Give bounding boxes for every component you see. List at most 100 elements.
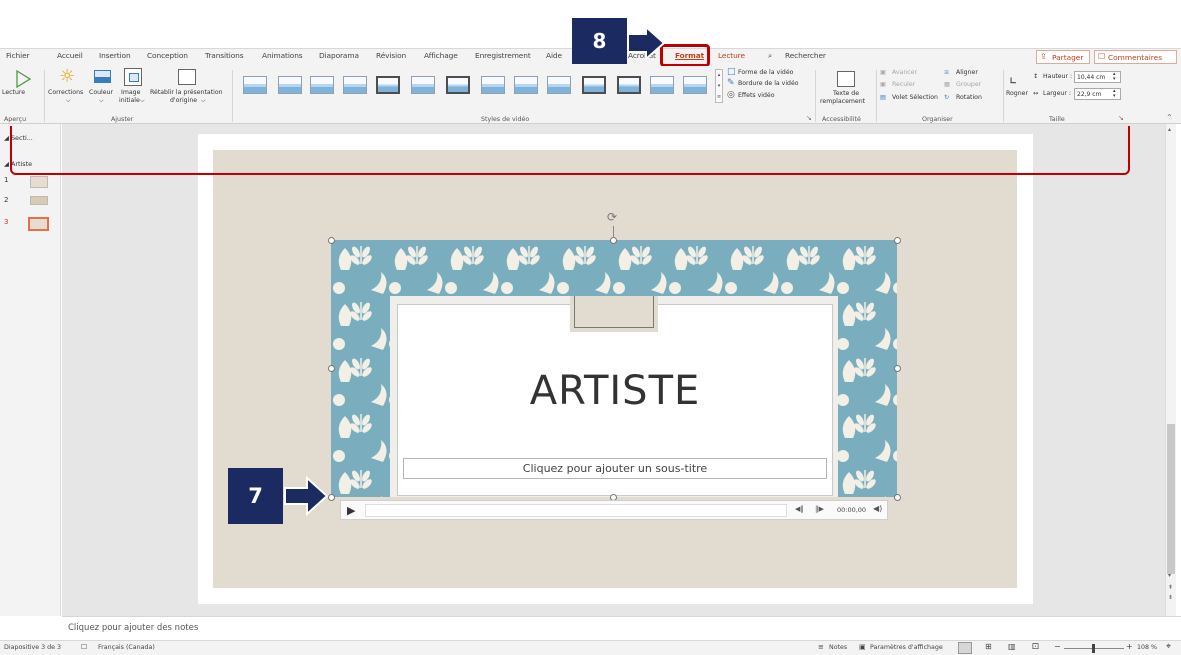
rotation-button[interactable]: Rotation	[956, 94, 982, 102]
reading-view-icon[interactable]: ▥	[1008, 642, 1016, 651]
vertical-scrollbar[interactable]: ▴ ▾ ⇞ ⇟	[1165, 124, 1176, 616]
language-indicator[interactable]: Français (Canada)	[98, 644, 155, 651]
slide-thumbnail-1[interactable]	[30, 176, 48, 188]
tab-enregistrement[interactable]: Enregistrement	[475, 51, 531, 60]
video-style-3[interactable]	[310, 76, 334, 94]
prev-slide-icon[interactable]: ⇞	[1168, 584, 1173, 591]
group-accessibilite-label: Accessibilité	[822, 116, 861, 123]
resize-handle-l[interactable]	[328, 365, 335, 372]
section-secti[interactable]: ◢ Secti...	[4, 134, 33, 142]
video-style-11[interactable]	[582, 76, 606, 94]
tab-fichier[interactable]: Fichier	[6, 51, 30, 60]
video-style-13[interactable]	[650, 76, 674, 94]
resize-handle-tl[interactable]	[328, 237, 335, 244]
video-style-8[interactable]	[481, 76, 505, 94]
separator	[1003, 70, 1004, 122]
spinner-icon[interactable]: ▴ ▾	[1113, 89, 1116, 99]
tab-insertion[interactable]: Insertion	[99, 51, 131, 60]
tab-conception[interactable]: Conception	[147, 51, 188, 60]
tab-animations[interactable]: Animations	[262, 51, 303, 60]
slide-title[interactable]: ARTISTE	[397, 368, 833, 414]
lecture-button[interactable]: Lecture	[2, 89, 25, 97]
slide-thumbnail-2[interactable]	[30, 196, 48, 205]
scroll-down-icon[interactable]: ▾	[1168, 572, 1171, 579]
height-input[interactable]: 10,44 cm ▴ ▾	[1074, 71, 1121, 83]
retablir-label-2[interactable]: d'origine	[170, 97, 197, 105]
forme-video-button[interactable]: Forme de la vidéo	[738, 69, 793, 77]
video-style-10[interactable]	[547, 76, 571, 94]
search-icon[interactable]: ⌕	[768, 51, 772, 61]
resize-handle-t[interactable]	[610, 237, 617, 244]
tab-lecture[interactable]: Lecture	[718, 51, 745, 60]
notes-pane[interactable]: Cliquez pour ajouter des notes	[62, 616, 1181, 640]
tab-revision[interactable]: Révision	[376, 51, 406, 60]
scrollbar-thumb[interactable]	[1167, 424, 1175, 574]
remplacement-label[interactable]: remplacement	[820, 98, 865, 106]
video-style-1[interactable]	[243, 76, 267, 94]
zoom-out-icon[interactable]: −	[1054, 642, 1061, 651]
fit-slide-icon[interactable]: ⌖	[1166, 642, 1171, 652]
image-initiale-label[interactable]: Image	[121, 89, 140, 97]
zoom-in-icon[interactable]: +	[1126, 642, 1133, 651]
subtitle-placeholder[interactable]: Cliquez pour ajouter un sous-titre	[403, 458, 827, 479]
video-object[interactable]: ARTISTE Cliquez pour ajouter un sous-tit…	[331, 240, 897, 497]
play-icon[interactable]: ▶	[347, 504, 355, 517]
video-style-2[interactable]	[278, 76, 302, 94]
aligner-button[interactable]: Aligner	[956, 69, 978, 77]
resize-handle-br[interactable]	[894, 494, 901, 501]
avancer-button[interactable]: Avancer	[892, 69, 917, 77]
width-input[interactable]: 22,9 cm ▴ ▾	[1074, 88, 1121, 100]
video-style-14[interactable]	[683, 76, 707, 94]
scroll-up-icon[interactable]: ▴	[1168, 126, 1171, 133]
share-button[interactable]: ⇪ Partager	[1036, 50, 1090, 64]
volet-selection-button[interactable]: Volet Sélection	[892, 94, 938, 102]
notes-button[interactable]: Notes	[829, 644, 847, 651]
dialog-launcher-icon[interactable]: ↘	[806, 114, 812, 122]
spellcheck-icon[interactable]: ☐	[81, 643, 87, 651]
progress-track[interactable]	[365, 504, 787, 517]
resize-handle-r[interactable]	[894, 365, 901, 372]
video-style-4[interactable]	[343, 76, 367, 94]
tab-affichage[interactable]: Affichage	[424, 51, 458, 60]
gallery-scroll[interactable]: ▴ ▾ ≡	[715, 69, 723, 103]
volume-icon[interactable]: ◀)	[873, 504, 882, 513]
forward-icon[interactable]: ‖▶	[815, 505, 824, 513]
tab-transitions[interactable]: Transitions	[205, 51, 244, 60]
notes-placeholder[interactable]: Cliquez pour ajouter des notes	[68, 623, 198, 633]
resize-handle-bl[interactable]	[328, 494, 335, 501]
slide-sorter-icon[interactable]: ⊞	[985, 642, 992, 651]
zoom-level[interactable]: 108 %	[1137, 644, 1157, 651]
video-style-5[interactable]	[376, 76, 400, 94]
video-style-12[interactable]	[617, 76, 641, 94]
tab-aide[interactable]: Aide	[546, 51, 562, 60]
corrections-button[interactable]: Corrections	[48, 89, 83, 97]
zoom-slider-thumb[interactable]	[1092, 644, 1095, 653]
rotate-handle-icon[interactable]: ⟳	[607, 210, 617, 224]
video-style-6[interactable]	[411, 76, 435, 94]
video-style-7[interactable]	[446, 76, 470, 94]
tab-diaporama[interactable]: Diaporama	[319, 51, 359, 60]
normal-view-icon[interactable]	[958, 642, 972, 654]
dialog-launcher-icon[interactable]: ↘	[1118, 114, 1124, 122]
image-initiale-label-2[interactable]: initiale	[119, 97, 140, 105]
bordure-video-button[interactable]: Bordure de la vidéo	[738, 80, 799, 88]
rewind-icon[interactable]: ◀‖	[795, 505, 804, 513]
grouper-button[interactable]: Grouper	[956, 81, 981, 89]
spinner-icon[interactable]: ▴ ▾	[1113, 72, 1116, 82]
couleur-button[interactable]: Couleur	[89, 89, 113, 97]
tab-accueil[interactable]: Accueil	[57, 51, 83, 60]
next-slide-icon[interactable]: ⇟	[1168, 594, 1173, 601]
effets-video-button[interactable]: Effets vidéo	[738, 92, 775, 100]
slide-thumbnail-3[interactable]	[28, 217, 49, 231]
retablir-label[interactable]: Rétablir la présentation	[150, 89, 223, 97]
tab-rechercher[interactable]: Rechercher	[785, 51, 826, 60]
comments-button[interactable]: ☐ Commentaires	[1094, 50, 1177, 64]
display-settings-button[interactable]: Paramètres d'affichage	[870, 644, 943, 651]
slideshow-icon[interactable]: ⚀	[1032, 642, 1039, 651]
rogner-button[interactable]: Rogner	[1006, 90, 1028, 98]
collapse-ribbon-icon[interactable]: ⌃	[1166, 113, 1173, 122]
texte-de-label[interactable]: Texte de	[833, 90, 859, 98]
video-style-9[interactable]	[514, 76, 538, 94]
resize-handle-tr[interactable]	[894, 237, 901, 244]
reculer-button[interactable]: Reculer	[892, 81, 915, 89]
